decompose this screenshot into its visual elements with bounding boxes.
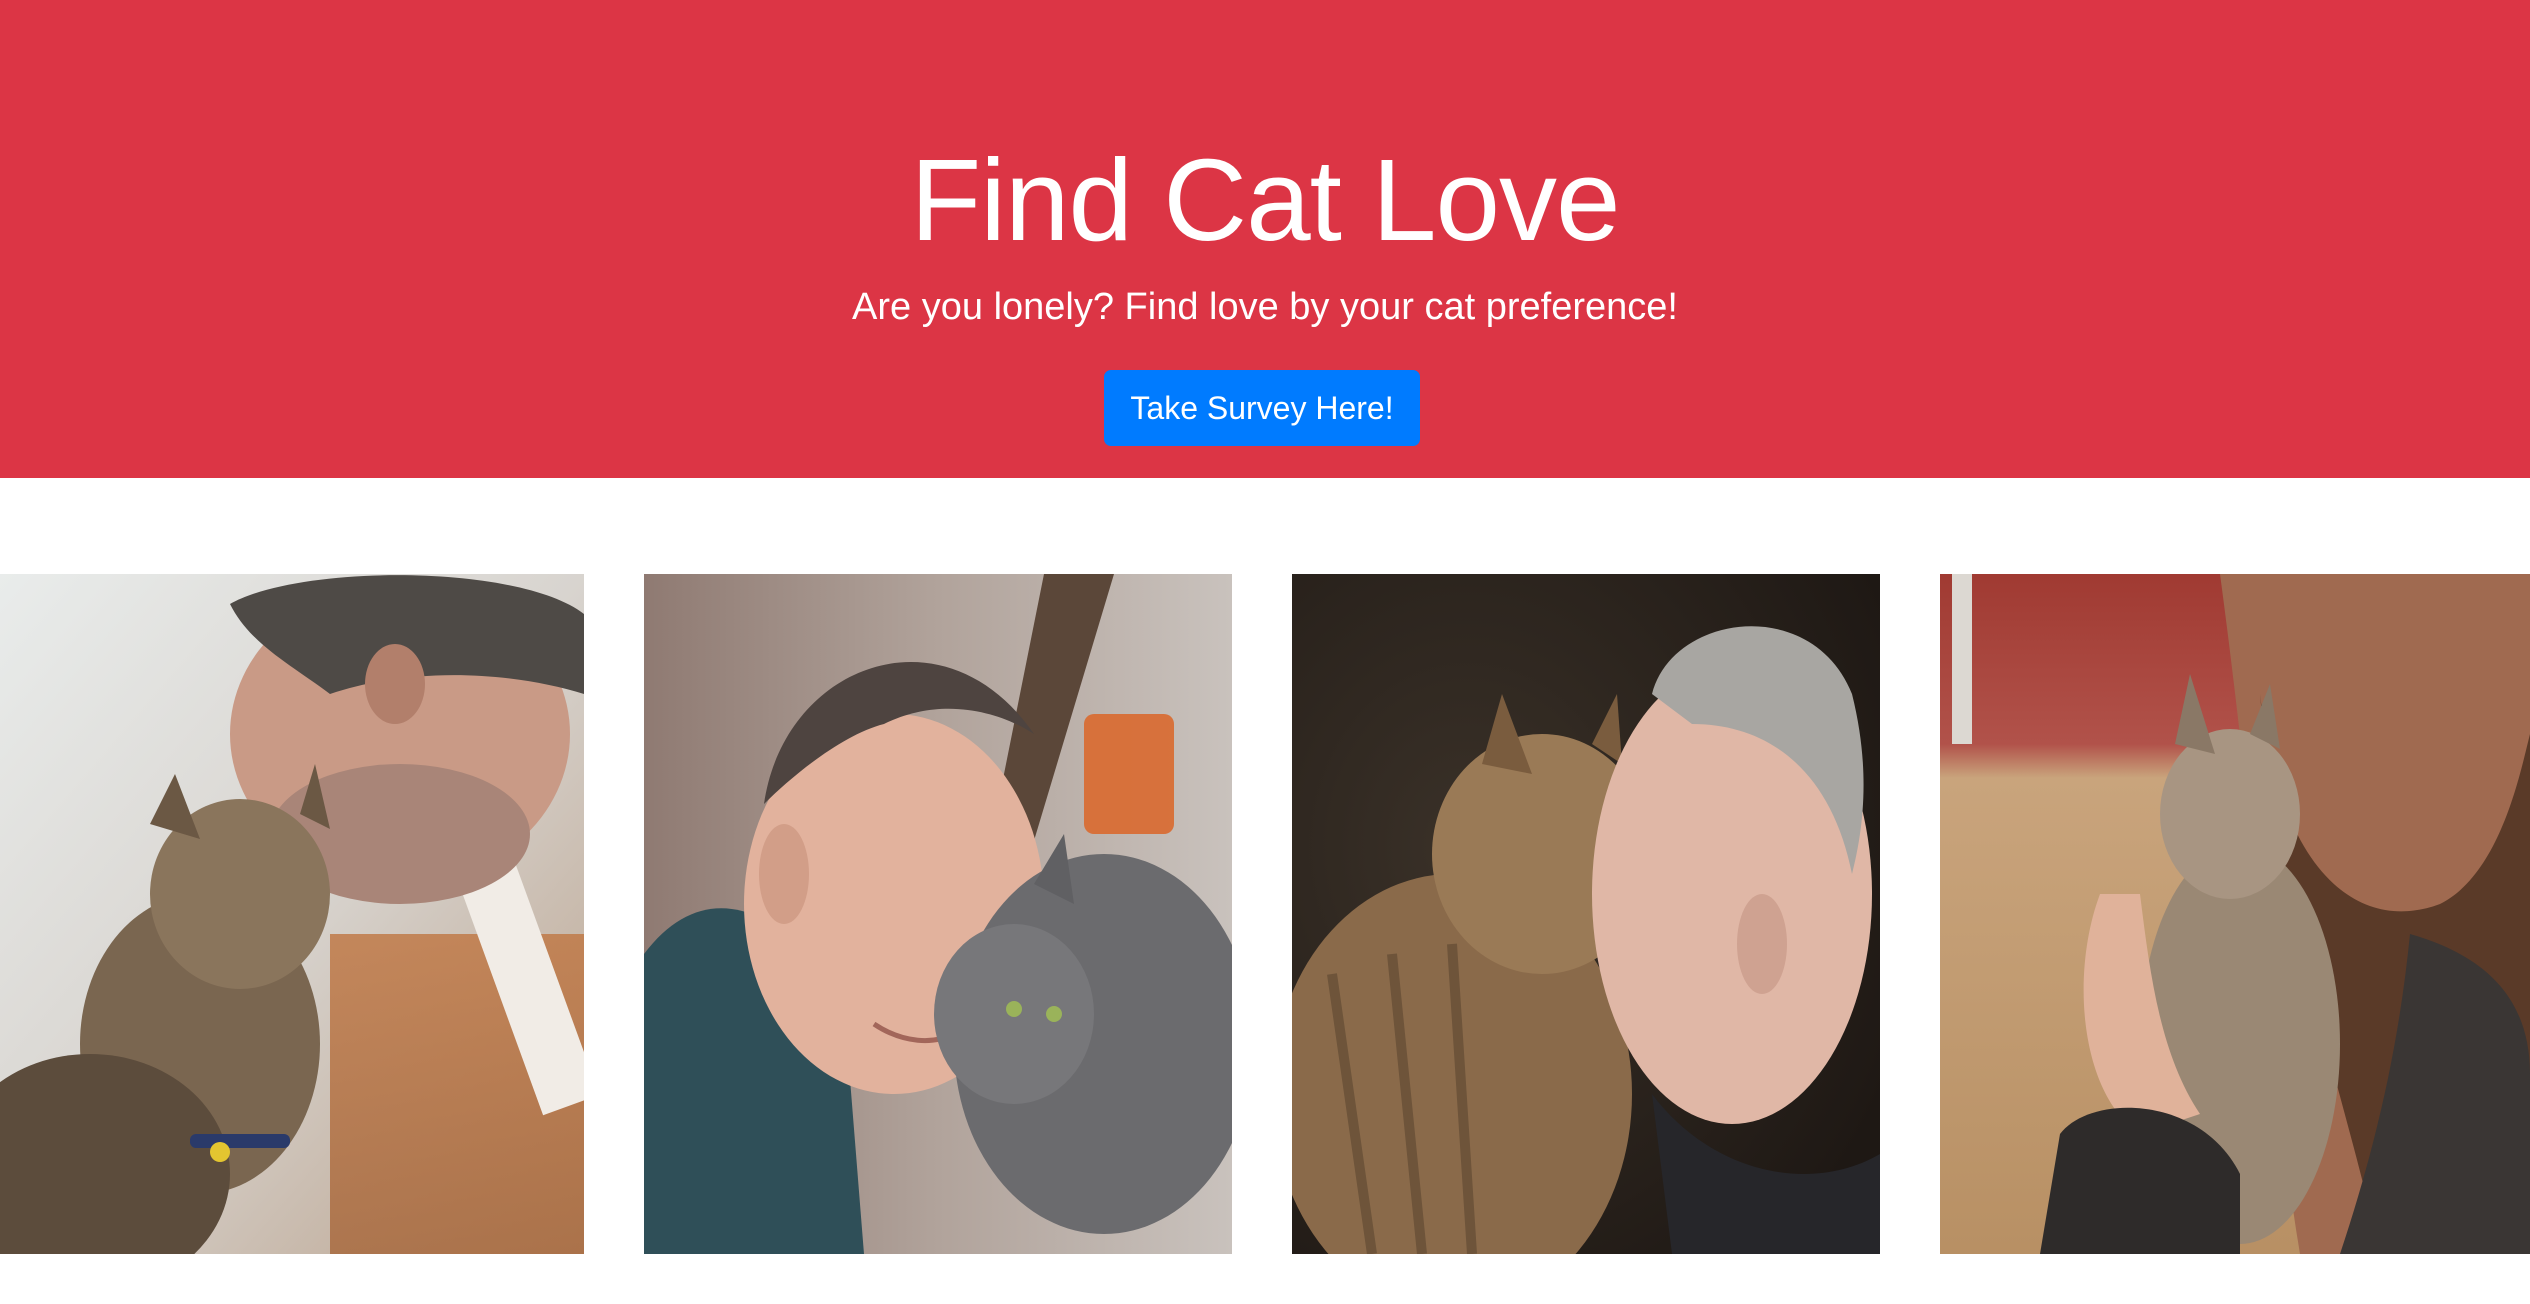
- gallery-photo-bearded-man-with-tabby-cat: [1940, 574, 2530, 1254]
- gallery-photo-young-man-with-gray-cat: [644, 574, 1232, 1254]
- gallery-photo-man-with-tabby-cat: [0, 574, 584, 1254]
- gallery-photo-gray-haired-man-with-tabby-cat: [1292, 574, 1880, 1254]
- hero-jumbotron: Find Cat Love Are you lonely? Find love …: [0, 0, 2530, 478]
- take-survey-button[interactable]: Take Survey Here!: [1104, 370, 1420, 446]
- hero-subtitle: Are you lonely? Find love by your cat pr…: [852, 286, 1678, 328]
- photo-gallery: [0, 574, 2530, 1254]
- hero-title: Find Cat Love: [910, 135, 1620, 265]
